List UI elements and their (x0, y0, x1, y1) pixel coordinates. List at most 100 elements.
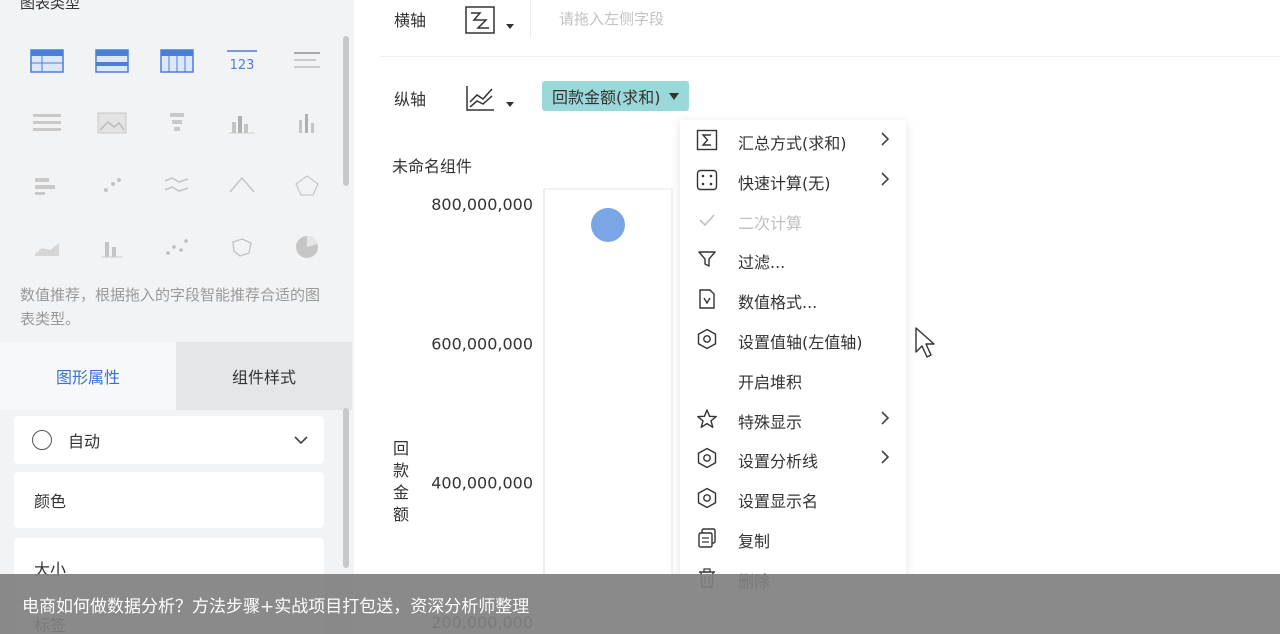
radio-icon (32, 430, 52, 450)
chevron-right-icon (880, 131, 890, 151)
chart-title: 未命名组件 (392, 157, 473, 176)
chart-type-column[interactable] (274, 92, 339, 154)
menu-item-8[interactable]: 特殊显示 (680, 399, 906, 439)
chevron-right-icon (880, 410, 890, 430)
chevron-right-icon (880, 171, 890, 191)
mouse-pointer-icon (915, 327, 935, 358)
hexagon-gear-icon (696, 487, 718, 509)
menu-item-9[interactable]: 设置分析线 (680, 438, 906, 478)
star-icon (696, 408, 718, 430)
menu-item-label: 过滤... (738, 253, 786, 273)
menu-item-3: 二次计算 (680, 200, 906, 240)
menu-item-label: 设置分析线 (738, 452, 819, 472)
chart-type-radar[interactable] (274, 154, 339, 216)
y-tick-labels: 800,000,000600,000,000400,000,000200,000… (431, 195, 533, 632)
chart-type-map[interactable] (209, 216, 274, 278)
chevron-down-icon (506, 23, 514, 29)
chart-type-text[interactable] (274, 30, 339, 92)
property-tabs: 图形属性 组件样式 (0, 342, 352, 410)
caret-down-icon (668, 92, 679, 100)
menu-item-5[interactable]: 数值格式... (680, 279, 906, 319)
tab-graph-properties[interactable]: 图形属性 (0, 342, 176, 410)
y-axis-field-pill[interactable]: 回款金额(求和) (542, 81, 689, 111)
x-axis-dropzone[interactable] (530, 0, 1280, 38)
check-icon (696, 209, 718, 231)
chart-type-line[interactable] (209, 154, 274, 216)
menu-item-label: 二次计算 (738, 213, 803, 233)
menu-item-label: 汇总方式(求和) (738, 134, 847, 153)
menu-item-label: 快速计算(无) (738, 173, 831, 193)
chart-type-dot[interactable] (79, 154, 144, 216)
menu-item-label: 开启堆积 (738, 372, 803, 392)
data-point[interactable] (591, 207, 625, 242)
number-format-icon (696, 288, 718, 310)
filter-icon (696, 248, 718, 270)
copy-icon (696, 527, 718, 549)
menu-item-label: 复制 (738, 532, 771, 551)
y-axis-title-char: 额 (393, 505, 409, 524)
chart-type-cross-table[interactable] (79, 30, 144, 92)
chart-type-scatter[interactable] (144, 216, 209, 278)
y-axis-label: 纵轴 (394, 90, 427, 109)
y-axis-icon (466, 86, 494, 111)
data-points (591, 207, 625, 242)
menu-item-1[interactable]: 汇总方式(求和) (680, 120, 906, 160)
menu-item-7[interactable]: 开启堆积 (680, 359, 906, 399)
y-axis-type-button[interactable] (464, 78, 520, 118)
property-scrollbar[interactable] (343, 408, 349, 568)
auto-label: 自动 (68, 432, 101, 451)
chart-type-detail-table[interactable] (144, 30, 209, 92)
field-context-menu: 汇总方式(求和) 快速计算(无) 二次计算过滤... 数值格式... 设置值轴(左值轴)… (680, 120, 906, 604)
chart-type-area[interactable] (14, 216, 79, 278)
chart-type-grid: 123 (14, 30, 339, 278)
menu-item-4[interactable]: 过滤... (680, 239, 906, 279)
x-axis-label: 横轴 (394, 11, 427, 30)
y-axis-title-char: 金 (393, 483, 409, 502)
panel-title: 图表类型 (20, 0, 81, 12)
hexagon-gear-icon (696, 447, 718, 469)
axis-divider (380, 56, 1280, 57)
chart-type-combo[interactable] (79, 216, 144, 278)
shape-auto-select[interactable]: 自动 (14, 416, 324, 464)
chart-config-panel: 图表类型 123 数值推荐，根据拖入的字段智能推荐合适的图表类型。 图形属性 组… (0, 0, 354, 634)
y-field-label: 回款金额(求和) (552, 88, 661, 107)
hexagon-gear-icon (696, 328, 718, 350)
color-label: 颜色 (34, 492, 67, 511)
menu-item-11[interactable]: 复制 (680, 518, 906, 558)
chart-type-table[interactable] (14, 30, 79, 92)
menu-item-2[interactable]: 快速计算(无) (680, 160, 906, 200)
menu-item-label: 数值格式... (738, 293, 818, 313)
sigma-icon (696, 129, 718, 151)
chart-type-list[interactable] (14, 92, 79, 154)
menu-item-6[interactable]: 设置值轴(左值轴) (680, 319, 906, 359)
x-axis-field-input[interactable] (559, 10, 959, 28)
y-axis-title: 回款金额 (393, 439, 409, 524)
chart-type-bar[interactable] (209, 92, 274, 154)
menu-item-label: 设置显示名 (738, 492, 819, 512)
chevron-right-icon (880, 449, 890, 469)
y-tick-label: 800,000,000 (431, 195, 533, 214)
chart-type-kpi-card[interactable]: 123 (209, 30, 274, 92)
menu-item-10[interactable]: 设置显示名 (680, 478, 906, 518)
chart-type-scrollbar[interactable] (343, 36, 349, 186)
chevron-down-icon (294, 436, 308, 445)
caption-text: 电商如何做数据分析？方法步骤+实战项目打包送，资深分析师整理 (22, 596, 530, 617)
chart-type-funnel[interactable] (144, 92, 209, 154)
chart-type-multi-line[interactable] (144, 154, 209, 216)
chart-type-image[interactable] (79, 92, 144, 154)
tab-component-style[interactable]: 组件样式 (176, 342, 352, 410)
svg-text:123: 123 (229, 58, 254, 73)
smart-recommend-hint: 数值推荐，根据拖入的字段智能推荐合适的图表类型。 (20, 286, 321, 328)
y-tick-label: 400,000,000 (431, 474, 533, 493)
menu-item-label: 设置值轴(左值轴) (738, 333, 863, 352)
x-axis-type-button[interactable] (464, 0, 520, 40)
menu-item-label: 特殊显示 (738, 412, 803, 432)
y-axis-title-char: 回 (393, 439, 409, 458)
y-axis-title-char: 款 (393, 461, 409, 480)
chart-type-pie[interactable] (274, 216, 339, 278)
x-axis-icon (465, 6, 495, 34)
dice-icon (696, 169, 718, 191)
chevron-down-icon (506, 101, 514, 107)
chart-type-stacked-bar[interactable] (14, 154, 79, 216)
color-property[interactable]: 颜色 (14, 472, 324, 528)
